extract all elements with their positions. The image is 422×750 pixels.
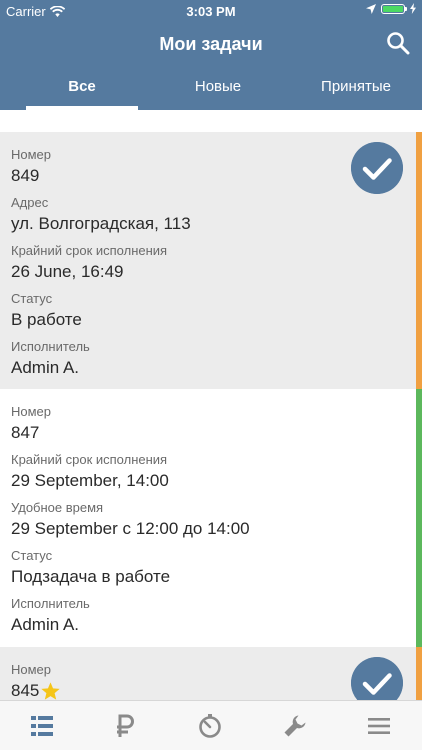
bottom-tab-bar [0,700,422,750]
menu-icon[interactable] [366,713,392,739]
task-assignee: Admin A. [11,615,80,634]
status-time: 3:03 PM [186,4,236,19]
filter-tabs: Все Новые Принятые [0,66,422,110]
page-title: Мои задачи [159,34,263,54]
task-number: 847 [11,423,40,442]
task-status: Подзадача в работе [11,567,171,586]
location-icon [366,3,376,14]
task-deadline: 26 June, 16:49 [11,262,124,281]
header: Carrier 3:03 PM Мои задачи Все Новые При… [0,0,422,110]
wrench-icon[interactable] [282,713,308,739]
search-icon[interactable] [386,31,410,55]
list-icon[interactable] [29,713,55,739]
status-right [366,3,416,14]
field-label: Исполнитель [11,339,90,354]
field-label: Адрес [11,195,49,210]
task-card[interactable]: Номер 847 Крайний срок исполнения 29 Sep… [0,389,422,647]
field-label: Статус [11,548,53,563]
status-color-bar [416,389,422,647]
field-label: Крайний срок исполнения [11,452,168,467]
task-number: 845 [11,681,40,700]
battery-icon [381,3,407,14]
task-card[interactable]: Номер 845 [0,647,422,700]
task-address: ул. Волгоградская, 113 [11,214,191,233]
task-convenient-time: 29 September с 12:00 до 14:00 [11,519,250,538]
task-assignee: Admin A. [11,358,80,377]
tab-new[interactable]: Новые [162,66,274,110]
task-card[interactable]: Номер 849 Адрес ул. Волгоградская, 113 К… [0,132,422,389]
field-label: Крайний срок исполнения [11,243,168,258]
task-deadline: 29 September, 14:00 [11,471,169,490]
tab-all[interactable]: Все [26,66,138,110]
field-label: Исполнитель [11,596,90,611]
star-icon [41,681,61,700]
status-color-bar [416,647,422,700]
status-bar: Carrier 3:03 PM [0,0,422,22]
list-spacer [0,110,422,132]
accepted-check-icon[interactable] [351,657,403,700]
accepted-check-icon[interactable] [351,142,403,194]
task-status: В работе [11,310,82,329]
field-label: Номер [11,404,52,419]
timer-icon[interactable] [197,713,223,739]
tab-accepted[interactable]: Принятые [298,66,414,110]
charging-icon [410,3,416,14]
status-color-bar [416,132,422,389]
field-label: Удобное время [11,500,104,515]
field-label: Статус [11,291,53,306]
ruble-icon[interactable] [112,713,138,739]
